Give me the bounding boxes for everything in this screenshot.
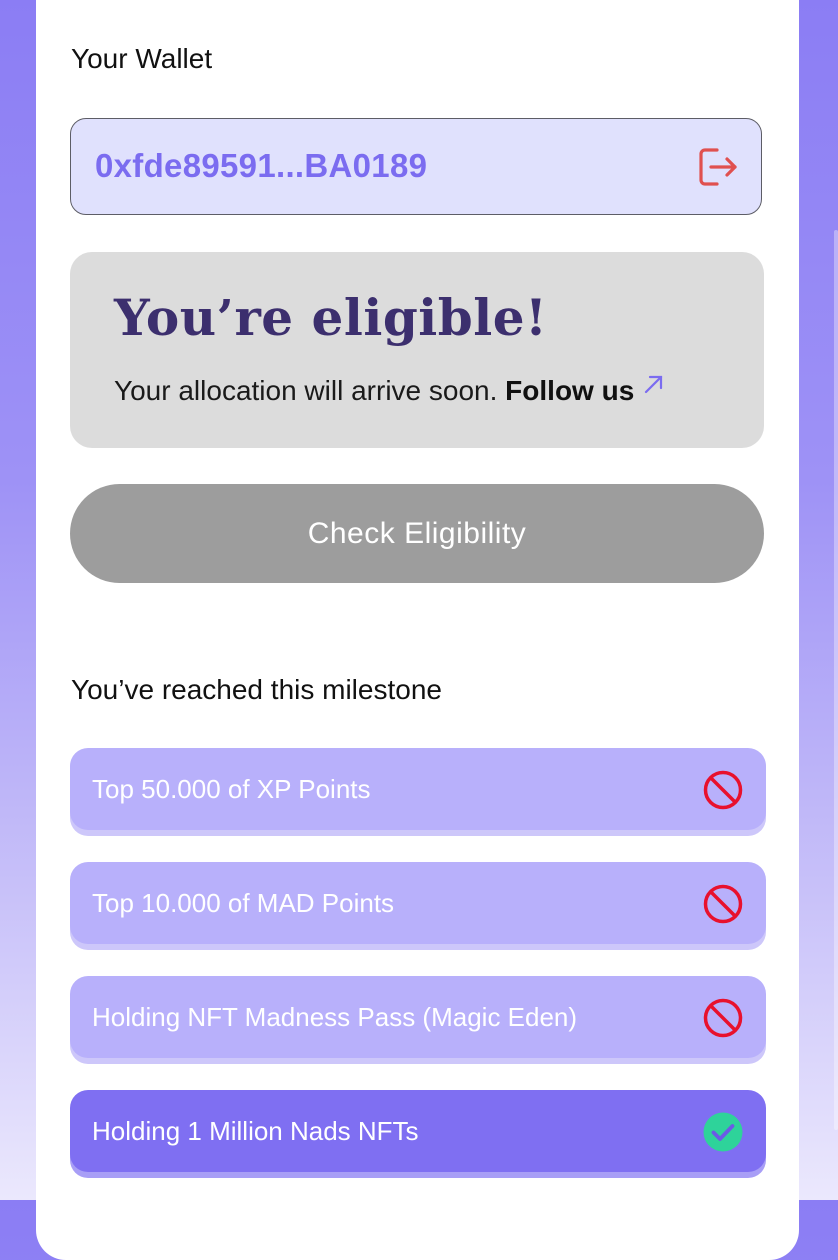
milestone-heading: You’ve reached this milestone: [71, 674, 442, 705]
prohibited-icon: [702, 997, 744, 1039]
milestone-label: Holding NFT Madness Pass (Magic Eden): [92, 1002, 578, 1032]
allocation-text: Your allocation will arrive soon.: [114, 375, 498, 406]
wallet-label: Your Wallet: [71, 43, 213, 74]
logout-icon[interactable]: [695, 144, 741, 190]
check-eligibility-button[interactable]: Check Eligibility: [70, 484, 764, 583]
eligibility-panel: You’re eligible! Your allocation will ar…: [70, 252, 764, 448]
follow-us-link[interactable]: Follow us: [505, 375, 666, 406]
milestone-label: Top 50.000 of XP Points: [92, 774, 371, 804]
prohibited-icon: [702, 883, 744, 925]
milestone-item-mad-points: Top 10.000 of MAD Points: [70, 862, 766, 944]
wallet-field: 0xfde89591...BA0189: [70, 118, 762, 215]
wallet-address: 0xfde89591...BA0189: [95, 147, 428, 184]
eligibility-title: You’re eligible!: [114, 288, 548, 347]
follow-us-label: Follow us: [505, 375, 635, 406]
milestone-item-xp-points: Top 50.000 of XP Points: [70, 748, 766, 830]
milestone-item-nads-nfts: Holding 1 Million Nads NFTs: [70, 1090, 766, 1172]
milestone-label: Holding 1 Million Nads NFTs: [92, 1116, 419, 1146]
check-circle-icon: [702, 1111, 744, 1153]
eligibility-subtitle: Your allocation will arrive soon. Follow…: [114, 375, 666, 407]
milestone-item-madness-pass: Holding NFT Madness Pass (Magic Eden): [70, 976, 766, 1058]
scrollbar[interactable]: [834, 230, 838, 1130]
prohibited-icon: [702, 769, 744, 811]
external-link-arrow-icon: [642, 371, 666, 395]
milestone-label: Top 10.000 of MAD Points: [92, 888, 395, 918]
